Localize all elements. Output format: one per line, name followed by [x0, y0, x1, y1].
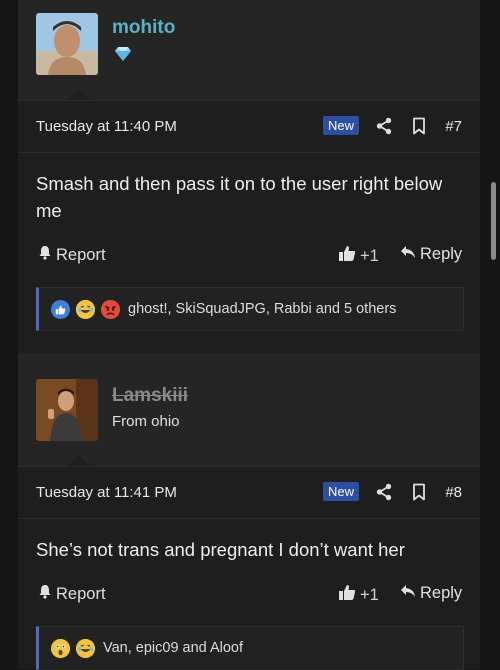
post-7: mohito Tuesday at 11:40 PM New #7 Smash …: [18, 0, 480, 353]
like-button[interactable]: +1: [338, 245, 379, 267]
angry-icon: [101, 300, 120, 319]
report-button[interactable]: Report: [38, 584, 106, 604]
post-message: She’s not trans and pregnant I don’t wan…: [36, 539, 405, 560]
scrollbar[interactable]: [491, 182, 496, 260]
avatar[interactable]: [36, 379, 98, 441]
astonished-icon: [51, 639, 70, 658]
reply-label: Reply: [420, 584, 463, 602]
reactions-summary[interactable]: Van, epic09 and Aloof: [103, 640, 243, 656]
reply-button[interactable]: Reply: [400, 245, 462, 264]
username[interactable]: mohito: [112, 17, 175, 39]
reply-button[interactable]: Reply: [400, 584, 462, 603]
reply-icon: [400, 245, 416, 264]
new-badge: New: [323, 116, 360, 135]
username[interactable]: Lamskiii: [112, 385, 188, 407]
post-author: mohito: [18, 0, 480, 100]
new-badge: New: [323, 482, 360, 501]
like-button[interactable]: +1: [338, 584, 379, 606]
reply-icon: [400, 584, 416, 603]
report-button[interactable]: Report: [38, 245, 106, 265]
report-label: Report: [56, 584, 106, 603]
post-date[interactable]: Tuesday at 11:40 PM: [36, 118, 177, 135]
reaction-bar[interactable]: Van, epic09 and Aloof: [36, 626, 464, 670]
reaction-bar[interactable]: ghost!, SkiSquadJPG, Rabbi and 5 others: [36, 287, 464, 331]
share-icon[interactable]: [376, 483, 392, 506]
post-meta: Tuesday at 11:40 PM New #7: [18, 100, 480, 153]
post-message: Smash and then pass it on to the user ri…: [36, 173, 443, 221]
post-8: Lamskiii From ohio Tuesday at 11:41 PM N…: [18, 356, 480, 670]
reply-label: Reply: [420, 245, 463, 263]
bookmark-icon[interactable]: [412, 483, 426, 506]
share-icon[interactable]: [376, 117, 392, 140]
bell-icon: [38, 245, 52, 265]
author-arrow: [68, 455, 90, 466]
reactions-summary[interactable]: ghost!, SkiSquadJPG, Rabbi and 5 others: [128, 301, 396, 317]
report-label: Report: [56, 245, 106, 264]
laughing-icon: [76, 639, 95, 658]
bookmark-icon[interactable]: [412, 117, 426, 140]
like-count: +1: [360, 585, 379, 604]
user-title: From ohio: [112, 413, 180, 430]
thumbs-up-icon: [338, 245, 356, 267]
post-number[interactable]: #7: [445, 118, 462, 135]
like-icon: [51, 300, 70, 319]
thumbs-up-icon: [338, 584, 356, 606]
post-number[interactable]: #8: [445, 484, 462, 501]
author-arrow: [68, 89, 90, 100]
like-count: +1: [360, 246, 379, 265]
post-body: She’s not trans and pregnant I don’t wan…: [18, 518, 480, 670]
post-meta: Tuesday at 11:41 PM New #8: [18, 466, 480, 519]
post-date[interactable]: Tuesday at 11:41 PM: [36, 484, 177, 501]
post-author: Lamskiii From ohio: [18, 356, 480, 466]
avatar[interactable]: [36, 13, 98, 75]
laughing-icon: [76, 300, 95, 319]
post-body: Smash and then pass it on to the user ri…: [18, 152, 480, 353]
thread-container: mohito Tuesday at 11:40 PM New #7 Smash …: [18, 0, 480, 670]
diamond-icon: [114, 46, 132, 67]
bell-icon: [38, 584, 52, 604]
